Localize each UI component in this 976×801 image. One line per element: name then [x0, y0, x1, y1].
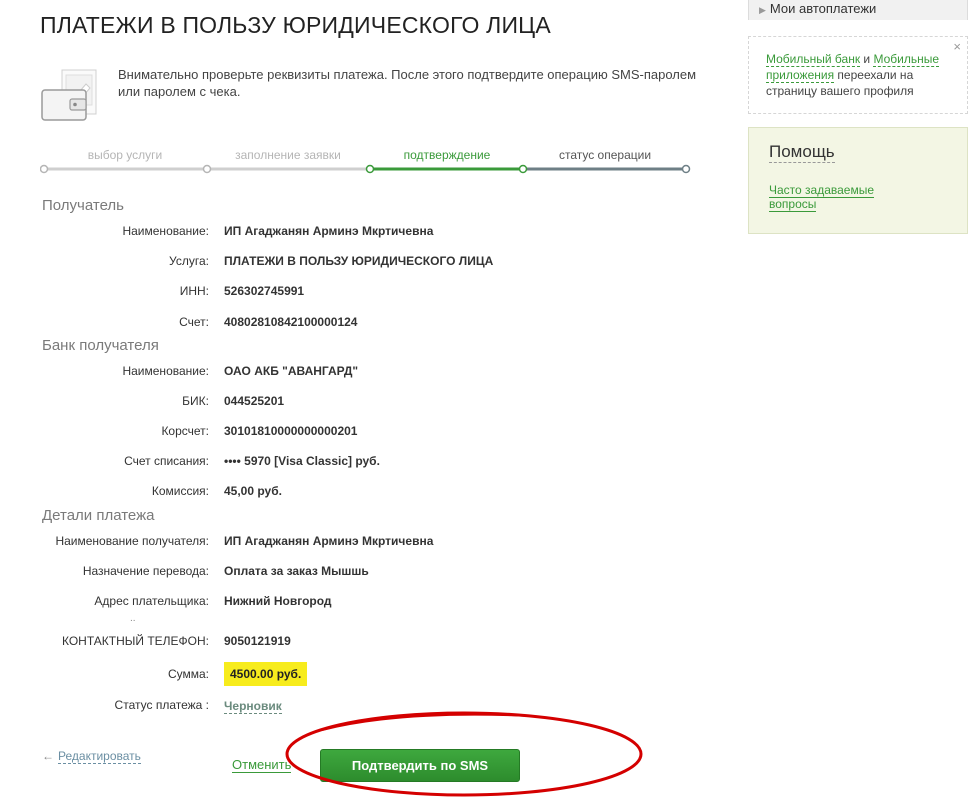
account-label: Счет: — [179, 315, 209, 329]
corr-account-label: Корсчет: — [161, 424, 209, 438]
step-dot-2 — [202, 164, 212, 174]
account-value: 40802810842100000124 — [224, 315, 358, 329]
amount-value: 4500.00 руб. — [224, 662, 308, 686]
edit-link[interactable]: ← Редактировать — [42, 749, 141, 764]
step-dot-5 — [681, 164, 691, 174]
mobile-bank-link[interactable]: Мобильный банк — [766, 52, 861, 67]
address-ellipsis: .. — [130, 613, 136, 624]
help-title[interactable]: Помощь — [769, 142, 835, 163]
amount-label: Сумма: — [167, 667, 209, 681]
bik-value: 044525201 — [224, 394, 285, 408]
page-title: ПЛАТЕЖИ В ПОЛЬЗУ ЮРИДИЧЕСКОГО ЛИЦА — [40, 12, 551, 38]
sidebar-my-autopayments-label: Мои автоплатежи — [769, 1, 877, 16]
transfer-purpose-value: Оплата за заказ Мышшь — [224, 564, 369, 578]
payee-name-label: Наименование получателя: — [55, 534, 209, 548]
bik-label: БИК: — [182, 394, 209, 408]
faq-link[interactable]: Часто задаваемые вопросы — [769, 183, 889, 212]
bank-name-label: Наименование: — [122, 364, 209, 378]
step-dot-1 — [40, 164, 49, 174]
section-recipient: Получатель — [42, 197, 124, 214]
intro-text: Внимательно проверьте реквизиты платежа.… — [118, 67, 697, 99]
service-label: Услуга: — [169, 254, 209, 268]
faq-link-label[interactable]: Часто задаваемые вопросы — [769, 183, 875, 212]
sidebar-notice: × Мобильный банк и Мобильные приложения … — [748, 36, 968, 114]
debit-account-value: •••• 5970 [Visa Classic] руб. — [224, 454, 380, 468]
commission-value: 45,00 руб. — [224, 484, 282, 498]
section-payment-details: Детали платежа — [42, 507, 155, 524]
triangle-right-icon: ▶ — [759, 5, 766, 15]
bank-name-value: ОАО АКБ "АВАНГАРД" — [224, 364, 359, 378]
confirm-sms-button[interactable]: Подтвердить по SMS — [320, 749, 520, 782]
close-icon[interactable]: × — [953, 39, 961, 55]
payer-address-value: Нижний Новгород — [224, 594, 332, 608]
step-operation-status: статус операции — [558, 148, 652, 162]
progress-stepper: выбор услуги заполнение заявки подтвержд… — [40, 145, 692, 177]
contact-phone-value: 9050121919 — [224, 634, 291, 648]
edit-link-label[interactable]: Редактировать — [58, 749, 141, 764]
step-confirmation: подтверждение — [403, 148, 491, 162]
payment-status-value[interactable]: Черновик — [224, 699, 282, 714]
recipient-name-value: ИП Агаджанян Арминэ Мкртичевна — [224, 224, 434, 238]
step-select-service: выбор услуги — [87, 148, 163, 162]
payee-name-value: ИП Агаджанян Арминэ Мкртичевна — [224, 534, 434, 548]
notice-and: и — [860, 52, 874, 66]
payment-status-label: Статус платежа : — [114, 698, 209, 712]
wallet-icon — [40, 68, 100, 124]
cancel-link[interactable]: Отменить — [232, 757, 292, 773]
recipient-name-label: Наименование: — [122, 224, 209, 238]
commission-label: Комиссия: — [151, 484, 209, 498]
inn-label: ИНН: — [179, 284, 209, 298]
transfer-purpose-label: Назначение перевода: — [82, 564, 209, 578]
section-recipient-bank: Банк получателя — [42, 337, 159, 354]
sidebar-help-panel: Помощь Часто задаваемые вопросы — [748, 127, 968, 234]
debit-account-label: Счет списания: — [124, 454, 209, 468]
sidebar-my-autopayments[interactable]: ▶ Мои автоплатежи — [748, 0, 968, 20]
service-value: ПЛАТЕЖИ В ПОЛЬЗУ ЮРИДИЧЕСКОГО ЛИЦА — [224, 254, 494, 268]
step-dot-4 — [518, 164, 528, 174]
arrow-left-icon: ← — [42, 749, 54, 763]
step-fill-form: заполнение заявки — [235, 148, 341, 162]
corr-account-value: 30101810000000000201 — [224, 424, 358, 438]
contact-phone-label: КОНТАКТНЫЙ ТЕЛЕФОН: — [61, 634, 209, 648]
payer-address-label: Адрес плательщика: — [94, 594, 209, 608]
inn-value: 526302745991 — [224, 284, 305, 298]
step-dot-3 — [365, 164, 375, 174]
